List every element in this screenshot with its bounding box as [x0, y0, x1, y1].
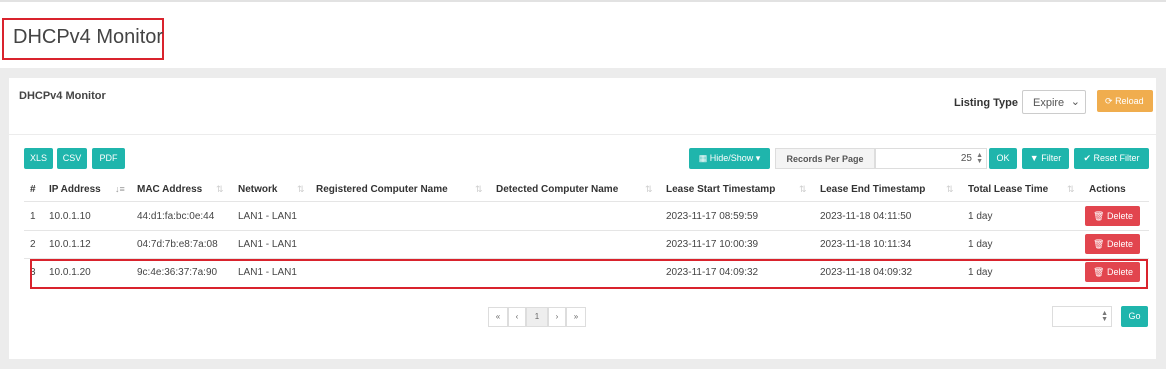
- sort-icon[interactable]: ⇅: [475, 184, 483, 195]
- export-csv-button[interactable]: CSV: [57, 148, 87, 169]
- mac-address: 44:d1:fa:bc:0e:44: [137, 211, 215, 222]
- delete-label: Delete: [1106, 239, 1133, 249]
- ip-address: 10.0.1.12: [49, 239, 91, 250]
- column-header-mac[interactable]: MAC Address: [137, 184, 202, 195]
- table-icon: ▦: [698, 153, 708, 163]
- listing-type-select[interactable]: Expire ⌄: [1022, 90, 1086, 114]
- records-per-page-label: Records Per Page: [775, 148, 875, 169]
- pager-prev[interactable]: ‹: [508, 307, 526, 327]
- trash-icon: 🗑: [1093, 211, 1105, 221]
- spinner-icon[interactable]: ▲ ▼: [1101, 310, 1108, 323]
- ip-address: 10.0.1.10: [49, 211, 91, 222]
- lease-start: 2023-11-17 08:59:59: [666, 211, 759, 222]
- column-header-network[interactable]: Network: [238, 184, 277, 195]
- network: LAN1 - LAN1: [238, 239, 297, 250]
- sort-icon[interactable]: ⇅: [799, 184, 807, 195]
- column-header-total-lease[interactable]: Total Lease Time: [968, 184, 1048, 195]
- spinner-icon[interactable]: ▲ ▼: [976, 152, 983, 165]
- sort-icon[interactable]: ⇅: [297, 184, 305, 195]
- header-divider: [24, 201, 1149, 202]
- dhcp-monitor-panel: DHCPv4 Monitor Listing Type Expire ⌄ ⟳ R…: [9, 78, 1156, 359]
- hide-show-button[interactable]: ▦ Hide/Show ▾: [689, 148, 770, 169]
- reload-icon: ⟳: [1105, 96, 1113, 106]
- sort-icon[interactable]: ↓≡: [115, 184, 125, 194]
- reload-button[interactable]: ⟳ Reload: [1097, 90, 1153, 112]
- lease-end: 2023-11-18 04:11:50: [820, 211, 912, 222]
- panel-divider: [9, 134, 1156, 135]
- row-number: 1: [30, 211, 36, 222]
- row-divider: [24, 230, 1149, 231]
- go-button[interactable]: Go: [1121, 306, 1148, 327]
- column-header-actions: Actions: [1089, 184, 1126, 195]
- check-icon: ✔: [1083, 153, 1091, 163]
- export-pdf-button[interactable]: PDF: [92, 148, 125, 169]
- pager-first[interactable]: «: [488, 307, 508, 327]
- row-number: 2: [30, 239, 36, 250]
- pager-next[interactable]: ›: [548, 307, 566, 327]
- hide-show-label: Hide/Show: [709, 153, 754, 163]
- total-lease-time: 1 day: [968, 239, 993, 250]
- listing-type-label: Listing Type: [954, 97, 1018, 109]
- reset-filter-label: Reset Filter: [1093, 153, 1140, 163]
- listing-type-value: Expire: [1033, 97, 1065, 109]
- network: LAN1 - LAN1: [238, 211, 297, 222]
- top-bar: DHCPv4 Monitor: [0, 0, 1166, 68]
- row-highlight-box: [30, 259, 1148, 289]
- page-title: DHCPv4 Monitor: [2, 18, 164, 60]
- column-header-number[interactable]: #: [30, 184, 36, 195]
- filter-label: Filter: [1041, 153, 1062, 163]
- chevron-down-icon: ⌄: [1070, 96, 1080, 108]
- mac-address: 04:7d:7b:e8:7a:08: [137, 239, 218, 250]
- column-header-lease-start[interactable]: Lease Start Timestamp: [666, 184, 775, 195]
- total-lease-time: 1 day: [968, 211, 993, 222]
- records-per-page-input[interactable]: 25 ▲ ▼: [875, 148, 987, 169]
- reset-filter-button[interactable]: ✔ Reset Filter: [1074, 148, 1149, 169]
- column-header-detected-name[interactable]: Detected Computer Name: [496, 184, 618, 195]
- column-header-lease-end[interactable]: Lease End Timestamp: [820, 184, 925, 195]
- sort-icon[interactable]: ⇅: [645, 184, 653, 195]
- delete-button[interactable]: 🗑 Delete: [1085, 206, 1140, 226]
- column-header-registered-name[interactable]: Registered Computer Name: [316, 184, 448, 195]
- filter-icon: ▼: [1029, 153, 1039, 163]
- go-to-page-input[interactable]: ▲ ▼: [1052, 306, 1112, 327]
- pager-page-1[interactable]: 1: [526, 307, 548, 327]
- sort-icon[interactable]: ⇅: [946, 184, 954, 195]
- reload-label: Reload: [1115, 96, 1144, 106]
- caret-down-icon: ▾: [755, 153, 761, 163]
- filter-button[interactable]: ▼ Filter: [1022, 148, 1069, 169]
- lease-start: 2023-11-17 10:00:39: [666, 239, 759, 250]
- delete-label: Delete: [1106, 211, 1133, 221]
- export-xls-button[interactable]: XLS: [24, 148, 53, 169]
- records-per-page-value: 25: [960, 153, 972, 164]
- sort-icon[interactable]: ⇅: [1067, 184, 1075, 195]
- ok-button[interactable]: OK: [989, 148, 1017, 169]
- panel-title: DHCPv4 Monitor: [19, 90, 106, 102]
- lease-end: 2023-11-18 10:11:34: [820, 239, 912, 250]
- column-header-ip[interactable]: IP Address: [49, 184, 101, 195]
- sort-icon[interactable]: ⇅: [216, 184, 224, 195]
- delete-button[interactable]: 🗑 Delete: [1085, 234, 1140, 254]
- trash-icon: 🗑: [1093, 239, 1105, 249]
- pager-last[interactable]: »: [566, 307, 586, 327]
